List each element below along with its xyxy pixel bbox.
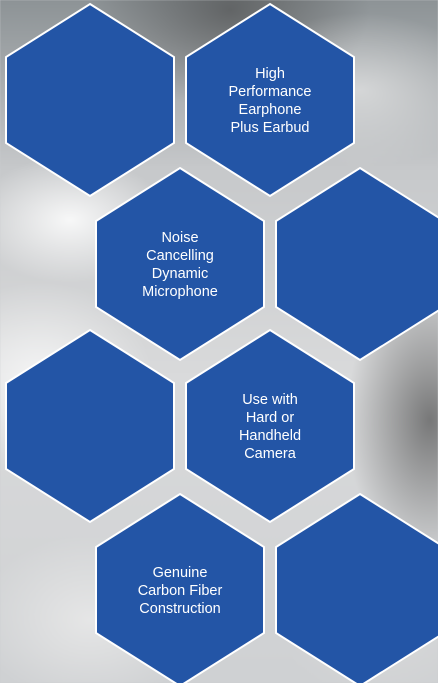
hexagon-shape [5,2,175,198]
hexagon-grid: High Performance Earphone Plus Earbud Noise C… [5,2,438,683]
hexagon-label-line: Carbon Fiber [138,583,223,599]
hexagon-label-line: Genuine [153,565,208,581]
hexagon-tile-2: High Performance Earphone Plus Earbud [185,2,355,198]
hexagon-label-line: Handheld [239,428,301,444]
hexagon-tile-6: Use with Hard or Handheld Camera [185,328,355,524]
hexagon-label-line: Microphone [142,284,218,300]
hexagon-tile-7: Genuine Carbon Fiber Construction [95,492,265,683]
hexagon-label-line: Dynamic [152,266,208,282]
hexagon-label-line: Hard or [246,410,295,426]
hexagon-tile-3: Noise Cancelling Dynamic Microphone [95,166,265,362]
hexagon-shape [185,2,355,198]
hexagon-label-line: Construction [139,601,220,617]
hexagon-tile-1 [5,2,175,198]
hexagon-label-line: Cancelling [146,248,214,264]
hexagon-shape [185,328,355,524]
hexagon-shape [95,166,265,362]
hexagon-tile-5 [5,328,175,524]
hexagon-shape [5,328,175,524]
hexagon-label-line: Camera [244,446,297,462]
hexagon-label-line: Earphone [239,102,302,118]
hexagon-label-line: High [255,66,285,82]
hexagon-shape [275,492,438,683]
hexagon-label-line: Noise [161,230,198,246]
hexagon-tile-8 [275,492,438,683]
hexagon-label-line: Use with [242,392,298,408]
hexagon-tile-4 [275,166,438,362]
hexagon-shape [275,166,438,362]
hexagon-label-line: Performance [228,84,311,100]
hexagon-label-line: Plus Earbud [231,120,310,136]
